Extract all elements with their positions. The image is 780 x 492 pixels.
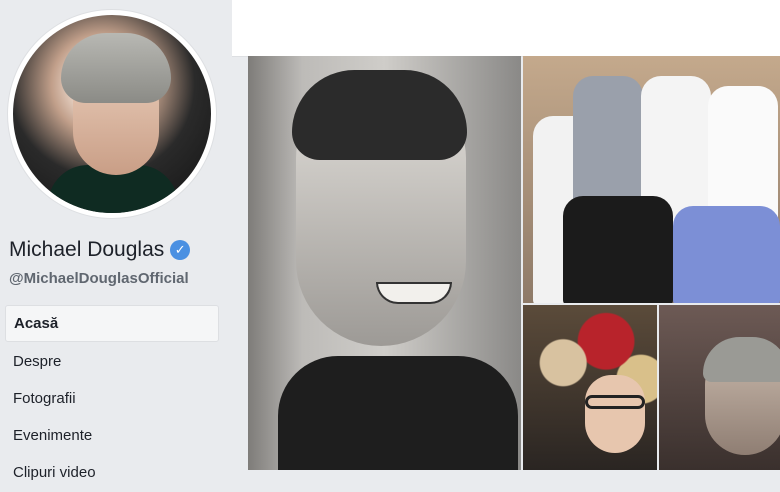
page-sidebar: Michael Douglas ✓ @MichaelDouglasOfficia… (0, 0, 232, 481)
cover-photo-portrait[interactable] (659, 305, 780, 470)
top-bar (232, 0, 780, 57)
verified-badge-icon: ✓ (170, 240, 191, 260)
profile-avatar[interactable] (8, 10, 216, 218)
photo-glasses (585, 395, 645, 409)
photo-person (673, 206, 780, 303)
avatar-hair (61, 33, 171, 103)
photo-hair (292, 70, 467, 160)
nav-item-events[interactable]: Evenimente (5, 418, 219, 453)
page-handle[interactable]: @MichaelDouglasOfficial (9, 270, 189, 287)
profile-photo (13, 15, 211, 213)
nav-item-photos[interactable]: Fotografii (5, 381, 219, 416)
photo-person (563, 196, 673, 303)
photo-shirt (278, 356, 518, 470)
page-name[interactable]: Michael Douglas (9, 238, 164, 262)
photo-face (585, 375, 645, 453)
cover-photo-main[interactable] (248, 56, 521, 470)
cover-photo-family[interactable] (523, 56, 780, 303)
nav-item-about[interactable]: Despre (5, 344, 219, 379)
photo-hair (703, 337, 780, 382)
page-name-row: Michael Douglas ✓ (9, 238, 191, 262)
nav-item-home[interactable]: Acasă (5, 305, 219, 342)
photo-smile (376, 282, 452, 304)
nav-item-videos[interactable]: Clipuri video (5, 455, 219, 490)
cover-photo-party[interactable] (523, 305, 657, 470)
page-nav: Acasă Despre Fotografii Evenimente Clipu… (5, 305, 219, 492)
